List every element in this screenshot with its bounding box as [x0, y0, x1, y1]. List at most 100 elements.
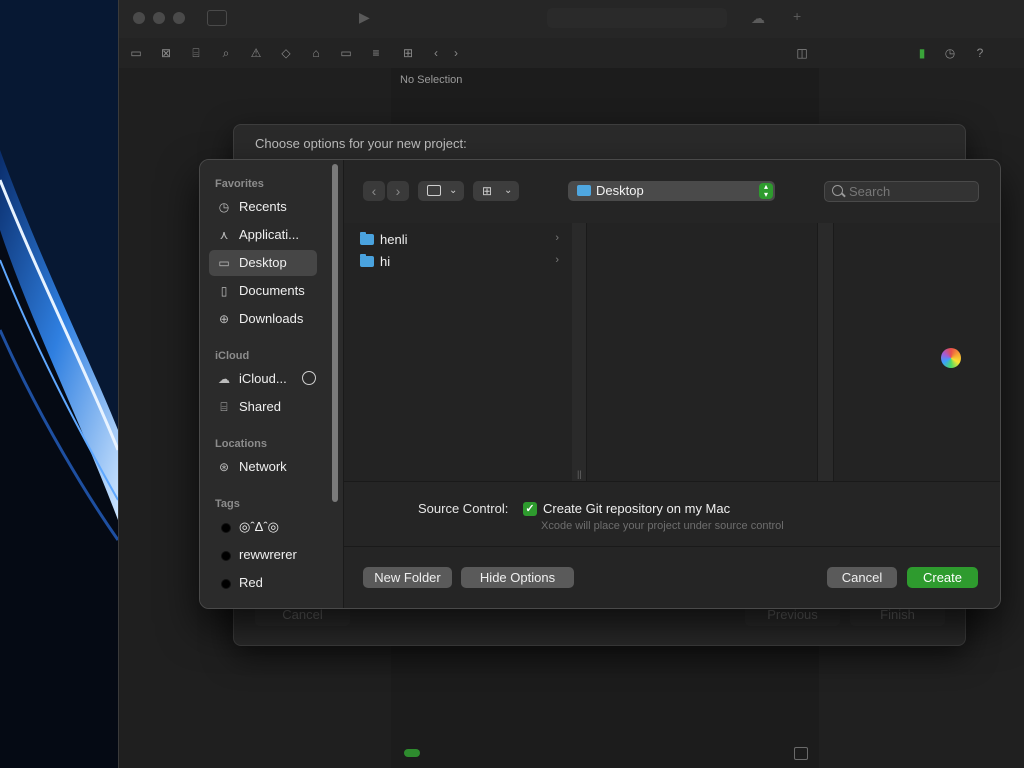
sidebar-item-label: Downloads: [239, 311, 304, 326]
sidebar-item-shared[interactable]: ⌸ Shared: [209, 394, 317, 420]
options-area: Source Control: ✓ Create Git repository …: [344, 481, 1000, 547]
column-divider[interactable]: [817, 223, 834, 481]
grid-icon[interactable]: ⊞: [401, 46, 415, 60]
up-down-chevron-icon: ▴ ▾: [759, 183, 773, 199]
chevron-down-icon: ⌄: [449, 185, 458, 196]
source-control-navigator-icon[interactable]: ⊠: [159, 46, 173, 60]
run-icon[interactable]: ▶: [359, 9, 370, 26]
back-icon[interactable]: ‹: [429, 46, 443, 60]
folder-icon: [360, 232, 374, 245]
shared-folder-icon: ⌸: [220, 400, 228, 414]
sidebar-item-label: ◎ˆΔˆ◎: [239, 519, 280, 534]
tag-dot-icon: [221, 579, 231, 589]
hide-options-button[interactable]: Hide Options: [461, 567, 574, 588]
forward-button[interactable]: ›: [387, 181, 409, 201]
debug-area-toggle-icon[interactable]: [794, 747, 808, 760]
sidebar-toggle-icon[interactable]: [207, 10, 227, 26]
sidebar-item-label: iCloud...: [239, 371, 287, 386]
report-navigator-icon[interactable]: ≡: [369, 46, 383, 60]
new-folder-button[interactable]: New Folder: [363, 567, 452, 588]
folder-navigator-icon[interactable]: ▭: [129, 46, 143, 60]
sidebar-item-label: Shared: [239, 399, 281, 414]
favorites-header: Favorites: [215, 178, 264, 190]
issue-navigator-icon[interactable]: ⚠: [249, 46, 263, 60]
download-icon: ⊕: [218, 312, 230, 326]
cloud-icon: ☁: [751, 10, 765, 26]
git-checkbox-label[interactable]: Create Git repository on my Mac: [543, 501, 730, 516]
source-control-label: Source Control:: [418, 501, 509, 516]
sidebar-item-downloads[interactable]: ⊕ Downloads: [209, 306, 317, 332]
close-window-button[interactable]: [133, 12, 145, 24]
sidebar: Favorites ◷ Recents ⋏ Applicati... ▭ Des…: [200, 160, 344, 608]
search-field[interactable]: [824, 181, 979, 202]
column-resize-handle[interactable]: [572, 223, 587, 481]
search-input[interactable]: [849, 182, 969, 201]
icloud-header: iCloud: [215, 350, 250, 362]
location-popup[interactable]: Desktop ▴ ▾: [568, 181, 775, 201]
zoom-window-button[interactable]: [173, 12, 185, 24]
tag-dot-icon: [221, 523, 231, 533]
symbol-navigator-icon[interactable]: ⌸: [189, 46, 203, 60]
panel-footer: New Folder Hide Options Cancel Create: [344, 546, 1000, 608]
column-browser: henli › hi › ||: [344, 223, 1000, 482]
breakpoint-navigator-icon[interactable]: ▭: [339, 46, 353, 60]
clock-icon: ◷: [218, 200, 230, 214]
sidebar-item-tag[interactable]: ◎ˆΔˆ◎: [209, 514, 317, 540]
sidebar-item-network[interactable]: ⊛ Network: [209, 454, 317, 480]
history-inspector-icon[interactable]: ◷: [943, 46, 957, 60]
folder-icon: [360, 254, 374, 267]
grid-icon: ⊞: [482, 184, 493, 198]
resize-grip-icon: ||: [577, 469, 582, 479]
sidebar-item-label: Network: [239, 459, 287, 474]
browser-column-1: henli › hi ›: [344, 223, 573, 481]
back-button[interactable]: ‹: [363, 181, 385, 201]
create-button[interactable]: Create: [907, 567, 978, 588]
debug-navigator-icon[interactable]: ⌂: [309, 46, 323, 60]
location-label: Desktop: [596, 183, 644, 198]
help-inspector-icon[interactable]: ?: [973, 46, 987, 60]
applications-icon: ⋏: [219, 228, 229, 242]
sidebar-item-applications[interactable]: ⋏ Applicati...: [209, 222, 317, 248]
save-panel: Favorites ◷ Recents ⋏ Applicati... ▭ Des…: [199, 159, 1001, 609]
chevron-right-icon: ›: [555, 254, 559, 266]
git-repository-checkbox[interactable]: ✓: [523, 502, 537, 516]
columns-icon: [427, 185, 441, 196]
minimize-window-button[interactable]: [153, 12, 165, 24]
document-icon: ▯: [220, 284, 228, 298]
sidebar-item-icloud-drive[interactable]: ☁ iCloud...: [209, 366, 317, 392]
panel-toolbar: ‹ › ⌄ ⊞ ⌄ Desktop ▴ ▾: [344, 160, 1000, 224]
search-icon: [832, 185, 843, 196]
sidebar-item-documents[interactable]: ▯ Documents: [209, 278, 317, 304]
cancel-button[interactable]: Cancel: [827, 567, 897, 588]
sync-progress-icon: [302, 371, 316, 385]
chevron-down-icon: ⌄: [504, 185, 513, 196]
no-selection-label: No Selection: [400, 74, 463, 86]
sidebar-scrollbar[interactable]: [332, 164, 338, 502]
folder-icon: [577, 185, 591, 196]
activity-view: [547, 8, 727, 28]
sidebar-item-recents[interactable]: ◷ Recents: [209, 194, 317, 220]
item-name: hi: [380, 254, 391, 269]
sidebar-item-label: Documents: [239, 283, 305, 298]
add-icon[interactable]: +: [793, 8, 801, 24]
sidebar-item-label: Recents: [239, 199, 287, 214]
split-editor-icon[interactable]: ◫: [795, 46, 809, 60]
file-browser-main: ‹ › ⌄ ⊞ ⌄ Desktop ▴ ▾ Search henli › hi …: [344, 160, 1000, 608]
file-inspector-icon[interactable]: ▮: [915, 46, 929, 60]
desktop-icon: ▭: [218, 256, 230, 270]
git-note: Xcode will place your project under sour…: [541, 520, 784, 532]
tag-dot-icon: [221, 551, 231, 561]
sheet-title: Choose options for your new project:: [255, 136, 467, 151]
find-navigator-icon[interactable]: ⌕: [219, 46, 233, 60]
sidebar-item-tag[interactable]: rewwrerer: [209, 542, 317, 568]
item-name: henli: [380, 232, 408, 247]
list-item[interactable]: henli ›: [358, 230, 563, 250]
list-item[interactable]: hi ›: [358, 252, 563, 272]
test-navigator-icon[interactable]: ◇: [279, 46, 293, 60]
group-by-button[interactable]: ⊞ ⌄: [473, 181, 519, 201]
sidebar-item-tag[interactable]: Red: [209, 570, 317, 596]
forward-icon[interactable]: ›: [449, 46, 463, 60]
sidebar-item-desktop[interactable]: ▭ Desktop: [209, 250, 317, 276]
view-mode-button[interactable]: ⌄: [418, 181, 464, 201]
sidebar-item-label: Red: [239, 575, 263, 590]
